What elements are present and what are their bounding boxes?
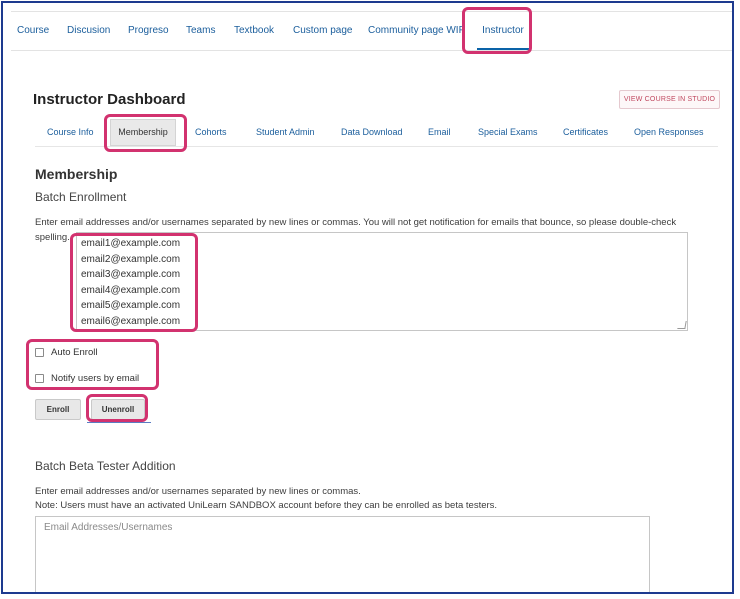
tab-special-exams[interactable]: Special Exams — [478, 119, 538, 146]
auto-enroll-label: Auto Enroll — [51, 347, 98, 358]
tab-custom-page[interactable]: Custom page — [293, 12, 352, 50]
tab-instructor[interactable]: Instructor — [477, 12, 529, 50]
unenroll-focus-underline — [87, 422, 151, 423]
tab-course-info[interactable]: Course Info — [47, 119, 94, 146]
tab-progress[interactable]: Progreso — [128, 12, 169, 50]
course-nav: Course Discusion Progreso Teams Textbook… — [11, 11, 732, 51]
tab-discussion[interactable]: Discusion — [67, 12, 110, 50]
email-entry: email4@example.com — [81, 284, 181, 296]
tab-teams[interactable]: Teams — [186, 12, 215, 50]
beta-tester-placeholder: Email Addresses/Usernames — [44, 522, 173, 533]
auto-enroll-checkbox[interactable] — [35, 347, 44, 357]
auto-enroll-row[interactable]: Auto Enroll — [35, 347, 97, 358]
tab-membership[interactable]: Membership — [110, 119, 176, 146]
batch-enrollment-instructions-cont: spelling. — [35, 232, 70, 243]
notify-checkbox[interactable] — [35, 373, 44, 383]
tab-course[interactable]: Course — [17, 12, 49, 50]
batch-beta-instructions: Enter email addresses and/or usernames s… — [35, 486, 361, 497]
unenroll-button[interactable]: Unenroll — [91, 399, 145, 420]
batch-enrollment-heading: Batch Enrollment — [35, 190, 127, 204]
batch-beta-note: Note: Users must have an activated UniLe… — [35, 500, 498, 511]
tab-cohorts[interactable]: Cohorts — [195, 119, 227, 146]
membership-heading: Membership — [35, 166, 118, 182]
enroll-button[interactable]: Enroll — [35, 399, 81, 420]
dashboard-tabs: Course Info Membership Cohorts Student A… — [35, 119, 718, 147]
resize-handle-icon[interactable] — [677, 321, 687, 329]
tab-textbook[interactable]: Textbook — [234, 12, 274, 50]
email-entry: email2@example.com — [81, 253, 181, 265]
batch-beta-heading: Batch Beta Tester Addition — [35, 459, 176, 473]
email-entry: email5@example.com — [81, 300, 181, 311]
tab-certificates[interactable]: Certificates — [563, 119, 608, 146]
email-list: email1@example.com email2@example.com em… — [81, 236, 180, 329]
tab-data-download[interactable]: Data Download — [341, 119, 403, 146]
notify-row[interactable]: Notify users by email — [35, 373, 139, 384]
view-in-studio-button[interactable]: VIEW COURSE IN STUDIO — [619, 90, 720, 109]
tab-email[interactable]: Email — [428, 119, 451, 146]
email-entry: email6@example.com — [81, 315, 181, 327]
tab-community-page[interactable]: Community page WIP — [368, 12, 465, 50]
page-frame: Course Discusion Progreso Teams Textbook… — [1, 1, 734, 594]
email-entry: email1@example.com — [81, 238, 181, 249]
tab-student-admin[interactable]: Student Admin — [256, 119, 315, 146]
batch-enrollment-instructions: Enter email addresses and/or usernames s… — [35, 217, 677, 228]
notify-label: Notify users by email — [51, 373, 140, 384]
tab-open-responses[interactable]: Open Responses — [634, 119, 704, 146]
beta-tester-textarea[interactable]: Email Addresses/Usernames — [35, 516, 650, 592]
page-title: Instructor Dashboard — [33, 91, 186, 108]
email-entry: email3@example.com — [81, 269, 181, 280]
